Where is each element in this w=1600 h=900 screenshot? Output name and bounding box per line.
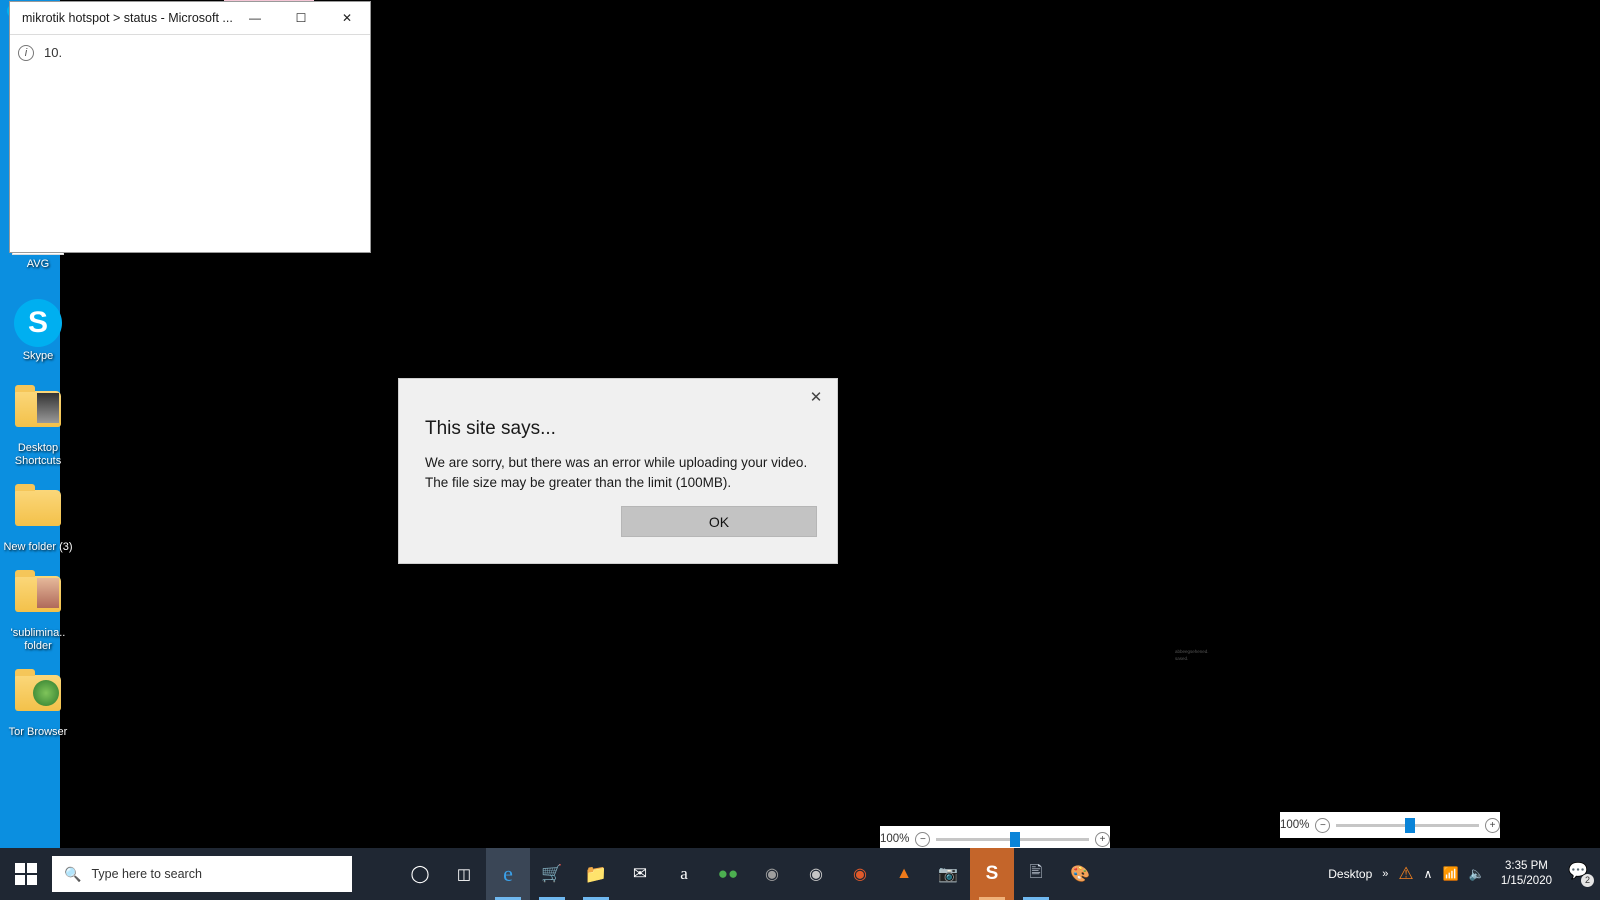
wordpad-body-text: abbeegsehened. sased. [1175, 649, 1209, 661]
clock-date: 1/15/2020 [1500, 875, 1552, 887]
desktop-icons: AVG S Skype Desktop Shortcuts New folder… [0, 215, 76, 755]
skype-icon: S [14, 299, 62, 347]
address-bar[interactable]: i 10. [10, 34, 370, 70]
zoom-out-button[interactable]: − [915, 831, 931, 847]
desktop-screen: AVG S Skype Desktop Shortcuts New folder… [0, 0, 1600, 900]
notification-count: 2 [1581, 874, 1594, 887]
dialog-message-line: We are sorry, but there was an error whi… [425, 455, 808, 470]
maximize-button[interactable]: ☐ [278, 2, 324, 34]
taskbar-item-colorwheel[interactable]: ◉ [838, 848, 882, 900]
desktop-icon-label: New folder (3) [3, 541, 73, 553]
clock[interactable]: 3:35 PM 1/15/2020 [1495, 859, 1558, 889]
windows-logo-icon [15, 863, 37, 885]
desktop-icon-label: Tor Browser [8, 726, 68, 738]
info-icon: i [18, 44, 34, 61]
zoom-in-button[interactable]: + [1095, 831, 1110, 847]
zoom-level: 100% [880, 833, 910, 845]
desktop-label[interactable]: Desktop [1328, 867, 1372, 881]
taskbar-item-camera[interactable]: 📷 [926, 848, 970, 900]
taskbar-item-skype[interactable]: S [970, 848, 1014, 900]
dialog-message: We are sorry, but there was an error whi… [399, 440, 837, 493]
address-text: 10. [44, 45, 63, 60]
background-black-bar-2 [1392, 550, 1414, 660]
desktop-icon-label: Desktop Shortcuts [14, 442, 62, 467]
notification-center-icon[interactable]: 💬 2 [1568, 861, 1594, 887]
search-placeholder: Type here to search [91, 867, 202, 881]
desktop-icon-tor-browser[interactable]: Tor Browser [0, 669, 76, 739]
taskbar-item-app-2[interactable]: ◉ [794, 848, 838, 900]
desktop-icon-label: 'sublimina.. folder [10, 627, 66, 652]
window-buttons: — ☐ ✕ [232, 2, 370, 34]
desktop-icon-skype[interactable]: S Skype [0, 299, 76, 363]
window-mikrotik-hotspot[interactable]: mikrotik hotspot > status - Microsoft ..… [9, 1, 371, 253]
task-view-icon[interactable]: ◫ [442, 848, 486, 900]
minimize-button[interactable]: — [232, 2, 278, 34]
volume-icon[interactable]: 🔈 [1469, 866, 1485, 882]
desktop-icon-new-folder-3[interactable]: New folder (3) [0, 484, 76, 554]
taskbar-item-edge[interactable]: e [486, 848, 530, 900]
zoom-slider[interactable] [936, 831, 1089, 847]
zoom-out-button[interactable]: − [1315, 817, 1331, 833]
taskbar-item-vlc[interactable]: ▲ [882, 848, 926, 900]
titlebar: mikrotik hotspot > status - Microsoft ..… [10, 2, 370, 34]
folder-icon [14, 570, 62, 624]
desktop-icon-label: Skype [22, 350, 54, 362]
desktop-icon-label: AVG [26, 258, 50, 270]
ok-button[interactable]: OK [621, 506, 817, 537]
clock-time: 3:35 PM [1505, 860, 1548, 872]
taskbar-item-wordpad[interactable]: 🖹 [1014, 848, 1058, 900]
show-hidden-icons[interactable]: ∧ [1424, 867, 1433, 881]
system-tray: Desktop » ⚠ ∧ 📶 🔈 3:35 PM 1/15/2020 💬 2 [1328, 848, 1600, 900]
close-icon[interactable]: ✕ [805, 387, 827, 409]
taskbar-item-tripadvisor[interactable]: ●● [706, 848, 750, 900]
taskbar: 🔍 Type here to search ◯ ◫ e 🛒 📁 ✉ a ●● ◉… [0, 848, 1600, 900]
cortana-icon[interactable]: ◯ [398, 848, 442, 900]
zoom-in-button[interactable]: + [1485, 817, 1500, 833]
tray-overflow-icon[interactable]: » [1382, 868, 1388, 880]
zoom-slider[interactable] [1336, 817, 1479, 833]
close-button[interactable]: ✕ [324, 2, 370, 34]
desktop-icon-desktop-shortcuts[interactable]: Desktop Shortcuts [0, 385, 76, 468]
dialog-title: This site says... [425, 418, 556, 439]
taskbar-item-paint[interactable]: 🎨 [1058, 848, 1102, 900]
search-input[interactable]: 🔍 Type here to search [52, 856, 352, 892]
taskbar-icons: ◯ ◫ e 🛒 📁 ✉ a ●● ◉ ◉ ◉ ▲ 📷 S 🖹 🎨 [398, 848, 1102, 900]
folder-icon [14, 385, 62, 439]
network-icon[interactable]: 📶 [1442, 866, 1458, 882]
zoom-level: 100% [1280, 819, 1310, 831]
search-icon: 🔍 [64, 865, 82, 882]
folder-icon [14, 669, 62, 723]
start-button[interactable] [0, 848, 52, 900]
taskbar-item-amazon[interactable]: a [662, 848, 706, 900]
taskbar-item-store[interactable]: 🛒 [530, 848, 574, 900]
dialog-message-line: The file size may be greater than the li… [425, 475, 732, 490]
window-title: mikrotik hotspot > status - Microsoft ..… [22, 11, 232, 25]
folder-icon [14, 484, 62, 538]
avg-tray-icon[interactable]: ⚠ [1398, 864, 1413, 884]
dialog-site-says[interactable]: ✕ This site says... We are sorry, but th… [398, 378, 838, 564]
taskbar-item-app-1[interactable]: ◉ [750, 848, 794, 900]
taskbar-item-mail[interactable]: ✉ [618, 848, 662, 900]
background-black-bar [1392, 230, 1414, 530]
taskbar-item-file-explorer[interactable]: 📁 [574, 848, 618, 900]
desktop-icon-subliminal-folder[interactable]: 'sublimina.. folder [0, 570, 76, 653]
explorer-zoom-control[interactable]: 100% − + [1280, 812, 1500, 838]
